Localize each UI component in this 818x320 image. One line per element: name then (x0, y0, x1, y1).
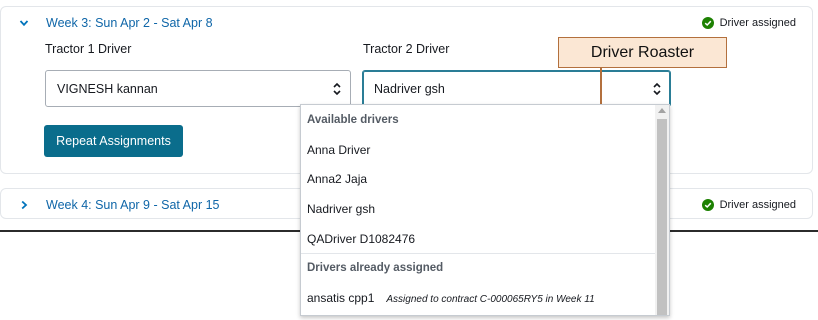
week-4-status-text: Driver assigned (719, 199, 796, 211)
tractor-2-driver-select[interactable]: Nadriver gsh (362, 70, 671, 107)
driver-options-list: Available drivers Anna Driver Anna2 Jaja… (301, 105, 655, 315)
chevron-down-icon[interactable] (19, 18, 29, 28)
scrollbar-thumb[interactable] (657, 119, 667, 315)
week-3-status-text: Driver assigned (719, 17, 796, 29)
tractor-1-driver-select[interactable]: VIGNESH kannan (45, 70, 351, 107)
week-3-status-badge: Driver assigned (701, 17, 796, 29)
dropdown-scrollbar[interactable] (655, 105, 669, 315)
driver-option[interactable]: QADriver D1082476 (307, 232, 415, 246)
tractor-2-driver-value: Nadriver gsh (374, 81, 445, 96)
available-drivers-header: Available drivers (307, 114, 399, 126)
tractor-1-label: Tractor 1 Driver (45, 42, 132, 56)
week-4-header[interactable]: Week 4: Sun Apr 9 - Sat Apr 15 (19, 198, 219, 212)
check-circle-icon (701, 199, 714, 211)
week-3-title[interactable]: Week 3: Sun Apr 2 - Sat Apr 8 (46, 16, 213, 30)
driver-option[interactable]: Anna Driver (307, 143, 370, 157)
week-4-title[interactable]: Week 4: Sun Apr 9 - Sat Apr 15 (46, 198, 219, 212)
driver-dropdown-menu: Available drivers Anna Driver Anna2 Jaja… (300, 104, 670, 316)
assigned-driver-note: Assigned to contract C-000065RY5 in Week… (386, 294, 595, 305)
tractor-1-driver-value: VIGNESH kannan (57, 81, 158, 96)
week-4-status-badge: Driver assigned (701, 199, 796, 211)
up-down-arrows-icon (653, 82, 661, 95)
repeat-assignments-button[interactable]: Repeat Assignments (44, 125, 183, 157)
tractor-2-label: Tractor 2 Driver (363, 42, 450, 56)
driver-option[interactable]: Anna2 Jaja (307, 172, 367, 186)
group-separator (301, 253, 655, 254)
chevron-right-icon[interactable] (19, 200, 29, 210)
up-down-arrows-icon (333, 82, 341, 95)
assigned-driver-option[interactable]: ansatis cpp1 Assigned to contract C-00006… (307, 291, 595, 305)
check-circle-icon (701, 17, 714, 29)
driver-option[interactable]: Nadriver gsh (307, 202, 375, 216)
driver-roster-callout: Driver Roaster (558, 37, 727, 68)
assigned-driver-name: ansatis cpp1 (307, 291, 375, 305)
week-3-header[interactable]: Week 3: Sun Apr 2 - Sat Apr 8 (19, 16, 213, 30)
scroll-up-arrow-icon[interactable] (658, 108, 666, 113)
callout-pointer (600, 68, 602, 104)
assigned-drivers-header: Drivers already assigned (307, 262, 444, 274)
